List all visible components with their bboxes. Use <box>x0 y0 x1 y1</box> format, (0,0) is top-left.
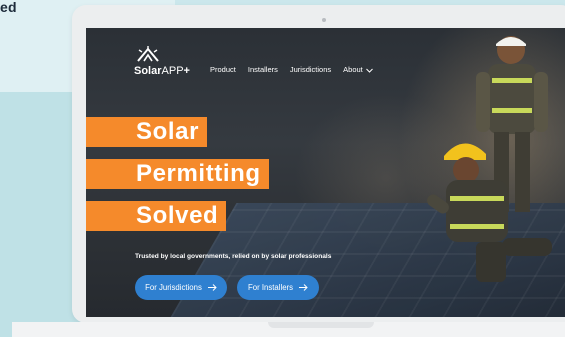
solar-installers-photo <box>427 36 552 282</box>
for-jurisdictions-button[interactable]: For Jurisdictions <box>135 275 227 300</box>
sun-logo-icon <box>137 46 159 62</box>
arrow-right-icon <box>207 284 217 291</box>
hero-line-permitting: Permitting <box>86 159 269 189</box>
logo-suffix: + <box>183 65 190 77</box>
hero-line-solved: Solved <box>86 201 227 231</box>
logo-secondary: APP <box>161 65 184 77</box>
hero-tagline: Trusted by local governments, relied on … <box>135 253 332 260</box>
site-navbar: SolarAPP+ Product Installers Jurisdictio… <box>134 40 373 77</box>
laptop-camera <box>322 18 326 22</box>
hero-line-solar: Solar <box>86 117 208 147</box>
logo-primary: Solar <box>134 65 162 77</box>
chevron-down-icon <box>365 68 373 73</box>
for-installers-button[interactable]: For Installers <box>237 275 319 300</box>
nav-product[interactable]: Product <box>210 65 236 76</box>
laptop-notch <box>268 322 374 328</box>
for-jurisdictions-label: For Jurisdictions <box>145 283 202 292</box>
nav-installers[interactable]: Installers <box>248 65 278 76</box>
nav-jurisdictions[interactable]: Jurisdictions <box>290 65 331 76</box>
for-installers-label: For Installers <box>247 283 294 292</box>
arrow-right-icon <box>299 284 308 291</box>
website-screen: SolarAPP+ Product Installers Jurisdictio… <box>86 28 565 317</box>
logo-wordmark: SolarAPP+ <box>134 65 190 77</box>
laptop-mockup: SolarAPP+ Product Installers Jurisdictio… <box>72 5 565 323</box>
background-heading-fragment: ed <box>0 0 17 15</box>
nav-about-label: About <box>343 65 363 74</box>
solarapp-logo[interactable]: SolarAPP+ <box>134 46 198 77</box>
nav-about[interactable]: About <box>343 65 373 76</box>
